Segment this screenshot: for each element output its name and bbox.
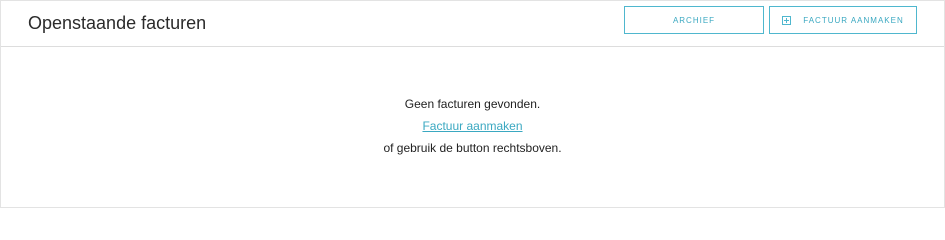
archive-button[interactable]: ARCHIEF <box>624 6 764 34</box>
empty-message: Geen facturen gevonden. <box>404 97 541 111</box>
empty-state: Geen facturen gevonden. Factuur aanmaken… <box>1 47 944 159</box>
archive-button-label: ARCHIEF <box>672 15 716 25</box>
header-actions: ARCHIEF FACTUUR AANMAKEN <box>624 6 917 34</box>
create-invoice-link[interactable]: Factuur aanmaken <box>422 119 522 133</box>
panel-header: Openstaande facturen ARCHIEF FACTUUR AAN… <box>1 1 944 47</box>
page-title: Openstaande facturen <box>28 13 207 33</box>
plus-square-icon <box>782 15 792 25</box>
create-invoice-button[interactable]: FACTUUR AANMAKEN <box>769 6 917 34</box>
invoices-panel: Openstaande facturen ARCHIEF FACTUUR AAN… <box>0 0 945 208</box>
empty-hint: of gebruik de button rechtsboven. <box>383 141 562 155</box>
create-invoice-button-label: FACTUUR AANMAKEN <box>803 15 904 25</box>
